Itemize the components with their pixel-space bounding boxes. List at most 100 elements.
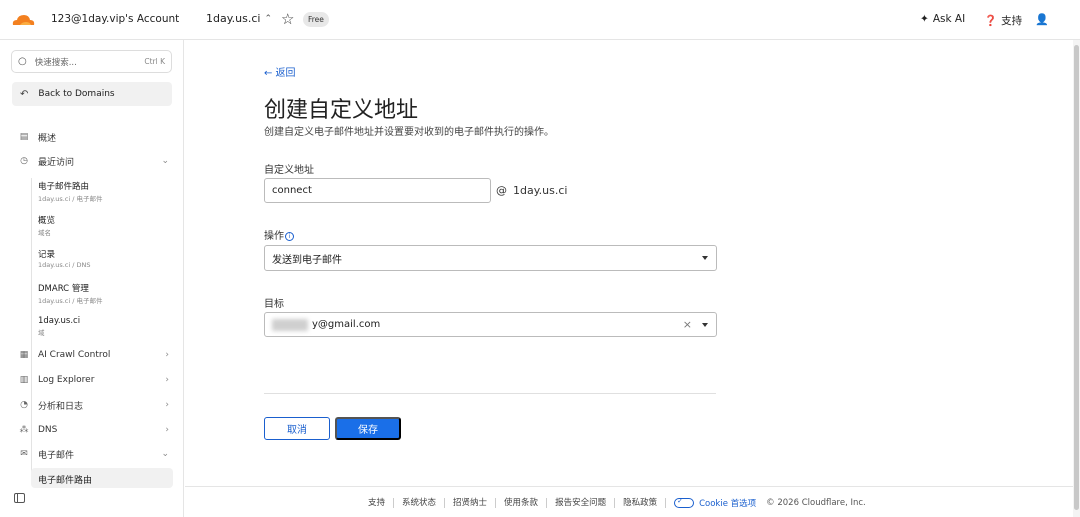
recent-item-title: 概览 xyxy=(38,216,56,226)
sidebar-item-recent[interactable]: ◷ 最近访问 ⌄ xyxy=(17,152,169,170)
search-input[interactable]: ○ 快速搜索... Ctrl K xyxy=(11,50,172,73)
dns-icon: ⁂ xyxy=(19,425,29,435)
action-select[interactable]: 发送到电子邮件 xyxy=(264,245,717,271)
sidebar-item-label: 概述 xyxy=(38,133,57,144)
custom-address-input[interactable]: connect xyxy=(264,178,491,203)
scrollbar-thumb[interactable] xyxy=(1074,45,1079,510)
footer-link-terms[interactable]: 使用条款 xyxy=(496,498,548,508)
action-label: 操作 i xyxy=(264,227,294,242)
page-title: 创建自定义地址 xyxy=(264,98,419,123)
recent-item-title: 1day.us.ci xyxy=(38,316,81,326)
back-to-domains-button[interactable]: ↶ Back to Domains xyxy=(12,82,172,106)
sidebar: ○ 快速搜索... Ctrl K ↶ Back to Domains ▤ 概述 … xyxy=(0,40,184,517)
footer-link-support[interactable]: 支持 xyxy=(360,498,395,508)
back-link[interactable]: ← 返回 xyxy=(264,64,296,79)
ask-ai-label: Ask AI xyxy=(932,13,966,25)
recent-item-email-routing[interactable]: 电子邮件路由 1day.us.ci / 电子邮件 xyxy=(38,180,168,203)
sidebar-item-label: 最近访问 xyxy=(38,157,75,168)
divider xyxy=(264,393,716,394)
custom-address-value: connect xyxy=(272,185,312,196)
email-icon: ✉ xyxy=(20,449,28,459)
sidebar-item-email-routing[interactable]: 电子邮件路由 xyxy=(31,468,173,488)
target-label: 目标 xyxy=(264,299,284,310)
clock-icon: ◷ xyxy=(20,156,28,166)
cookie-toggle-icon xyxy=(674,497,695,508)
dropdown-arrow-icon xyxy=(702,256,708,260)
sidebar-item-label: 分析和日志 xyxy=(38,401,84,412)
recent-item-title: 记录 xyxy=(38,250,56,260)
sidebar-item-label: DNS xyxy=(38,425,58,435)
chevron-right-icon: › xyxy=(165,425,169,435)
footer-link-status[interactable]: 系统状态 xyxy=(394,498,446,508)
footer: 支持 系统状态 招贤纳士 使用条款 报告安全问题 隐私政策 Cookie 首选项… xyxy=(185,486,1073,517)
domain-name: 1day.us.ci xyxy=(206,12,261,25)
action-label-text: 操作 xyxy=(264,231,284,242)
domain-selector[interactable]: 1day.us.ci ⌃ xyxy=(206,12,272,25)
sidebar-item-analytics[interactable]: ◔ 分析和日志 › xyxy=(17,396,169,414)
custom-address-label: 自定义地址 xyxy=(264,165,314,176)
back-to-domains-label: Back to Domains xyxy=(38,89,115,99)
user-icon[interactable]: 👤 xyxy=(1035,13,1049,26)
sidebar-item-email[interactable]: ✉ 电子邮件 ⌄ xyxy=(17,445,169,463)
chevron-right-icon: › xyxy=(165,400,169,410)
footer-link-careers[interactable]: 招贤纳士 xyxy=(445,498,497,508)
plan-badge: Free xyxy=(303,12,329,27)
main-content: ← 返回 创建自定义地址 创建自定义电子邮件地址并设置要对收到的电子邮件执行的操… xyxy=(185,40,1073,485)
recent-item-subtitle: 1day.us.ci / 电子邮件 xyxy=(38,195,103,203)
recent-item-overview[interactable]: 概览 域名 xyxy=(38,214,168,237)
redacted-text xyxy=(272,318,308,331)
search-shortcut: Ctrl K xyxy=(144,57,165,66)
scrollbar[interactable] xyxy=(1073,40,1080,517)
support-button[interactable]: ❓ 支持 xyxy=(984,13,1022,28)
action-value: 发送到电子邮件 xyxy=(272,254,342,266)
dropdown-arrow-icon xyxy=(702,323,708,327)
cookie-preferences-link[interactable]: Cookie 首选项 xyxy=(666,497,764,509)
account-name[interactable]: 123@1day.vip's Account xyxy=(51,13,179,25)
recent-item-dmarc[interactable]: DMARC 管理 1day.us.ci / 电子邮件 xyxy=(38,282,168,305)
recent-item-records[interactable]: 记录 1day.us.ci / DNS xyxy=(38,248,168,269)
log-icon: ▥ xyxy=(19,375,29,385)
page-description: 创建自定义电子邮件地址并设置要对收到的电子邮件执行的操作。 xyxy=(264,127,554,138)
recent-item-subtitle: 1day.us.ci / 电子邮件 xyxy=(38,297,103,305)
chevron-down-icon: ⌄ xyxy=(161,156,169,166)
domain-suffix: 1day.us.ci xyxy=(513,184,568,197)
target-value: y@gmail.com xyxy=(312,319,381,330)
chevron-down-icon: ⌄ xyxy=(161,449,169,459)
top-bar: 123@1day.vip's Account 1day.us.ci ⌃ ☆ Fr… xyxy=(0,0,1080,40)
robot-icon: ▦ xyxy=(19,350,29,360)
recent-item-title: DMARC 管理 xyxy=(38,284,89,294)
help-icon: ❓ xyxy=(984,15,998,27)
footer-link-security[interactable]: 报告安全问题 xyxy=(547,498,616,508)
save-button[interactable]: 保存 xyxy=(335,417,401,440)
sidebar-item-label: 电子邮件 xyxy=(38,450,75,461)
target-select[interactable]: y@gmail.com × xyxy=(264,312,717,337)
star-icon[interactable]: ☆ xyxy=(281,10,294,28)
collapse-sidebar-icon[interactable] xyxy=(14,493,25,503)
back-arrow-icon: ↶ xyxy=(20,88,29,100)
sidebar-item-log-explorer[interactable]: ▥ Log Explorer › xyxy=(17,371,169,389)
chart-icon: ◔ xyxy=(20,400,28,410)
sidebar-item-overview[interactable]: ▤ 概述 xyxy=(17,128,169,146)
recent-item-domain[interactable]: 1day.us.ci 域 xyxy=(38,316,168,337)
cookie-label: Cookie 首选项 xyxy=(699,499,757,509)
sidebar-item-dns[interactable]: ⁂ DNS › xyxy=(17,421,170,439)
sidebar-item-label: Log Explorer xyxy=(38,375,95,385)
support-label: 支持 xyxy=(1001,15,1023,27)
recent-item-title: 电子邮件路由 xyxy=(38,182,90,192)
clear-icon[interactable]: × xyxy=(683,318,692,331)
cloudflare-logo[interactable] xyxy=(10,12,36,28)
copyright: © 2026 Cloudflare, Inc. xyxy=(766,498,866,508)
recent-item-subtitle: 1day.us.ci / DNS xyxy=(38,261,91,269)
ask-ai-button[interactable]: ✦ Ask AI xyxy=(920,13,965,25)
chevron-right-icon: › xyxy=(165,375,169,385)
sparkle-icon: ✦ xyxy=(920,13,929,25)
recent-item-subtitle: 域名 xyxy=(38,229,51,237)
sidebar-item-ai-crawl-control[interactable]: ▦ AI Crawl Control › xyxy=(17,346,169,364)
at-symbol: @ xyxy=(496,184,507,197)
recent-item-subtitle: 域 xyxy=(38,329,45,337)
cancel-button[interactable]: 取消 xyxy=(264,417,330,440)
document-icon: ▤ xyxy=(19,132,29,142)
search-placeholder: 快速搜索... xyxy=(34,57,77,68)
footer-link-privacy[interactable]: 隐私政策 xyxy=(615,498,667,508)
info-icon[interactable]: i xyxy=(285,232,294,241)
